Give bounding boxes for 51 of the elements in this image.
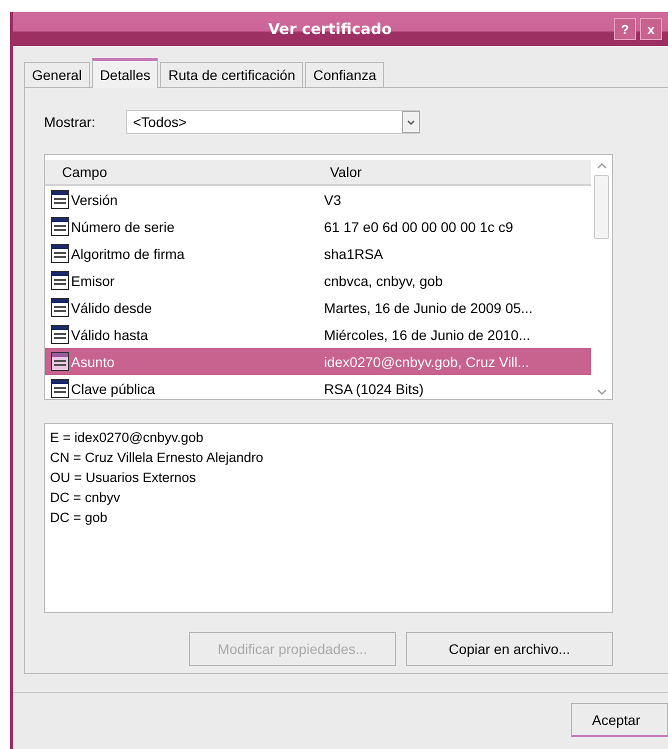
list-row[interactable]: Válido desde Martes, 16 de Junio de 2009 05... <box>45 294 591 321</box>
field-value: idex0270@cnbyv.gob, Cruz Vill... <box>324 354 530 370</box>
detail-line: DC = gob <box>50 509 108 527</box>
field-value: Martes, 16 de Junio de 2009 05... <box>324 300 533 316</box>
window-icon <box>51 190 69 209</box>
column-header[interactable]: Campo <box>45 164 330 180</box>
show-dropdown[interactable]: <Todos> <box>126 110 420 134</box>
window-icon <box>51 298 69 317</box>
show-label: Mostrar: <box>44 114 96 130</box>
tab[interactable]: Detalles <box>92 58 158 88</box>
list-row[interactable]: Emisor cnbvca, cnbyv, gob <box>45 267 591 294</box>
field-name: Clave pública <box>71 380 156 396</box>
field-name: Asunto <box>71 354 116 370</box>
detail-line: OU = Usuarios Externos <box>50 469 197 487</box>
window-icon <box>51 217 69 236</box>
field-value: RSA (1024 Bits) <box>324 380 424 396</box>
tab[interactable]: Confianza <box>305 62 384 87</box>
field-value: Miércoles, 16 de Junio de 2010... <box>324 326 530 342</box>
field-name: Emisor <box>71 272 116 288</box>
window-icon <box>51 325 69 344</box>
list-row[interactable]: Clave pública RSA (1024 Bits) <box>45 375 591 402</box>
detail-line: DC = cnbyv <box>50 489 122 507</box>
window-icon <box>51 244 69 263</box>
field-name: Válido desde <box>71 300 153 316</box>
window-icon <box>51 352 69 371</box>
list-row[interactable]: Válido hasta Miércoles, 16 de Junio de 2010... <box>45 321 591 348</box>
list-row[interactable]: Versión V3 <box>45 186 591 213</box>
list-row[interactable]: Asunto idex0270@cnbyv.gob, Cruz Vill... <box>45 348 591 375</box>
field-value: cnbvca, cnbyv, gob <box>324 272 443 288</box>
action-button[interactable]: Copiar en archivo... <box>406 632 613 666</box>
field-name: Versión <box>71 192 119 208</box>
tab[interactable]: General <box>24 62 90 87</box>
list-row[interactable]: Algoritmo de firma sha1RSA <box>45 240 591 267</box>
scroll-thumb[interactable] <box>594 175 609 239</box>
tab[interactable]: Ruta de certificación <box>160 62 304 87</box>
close-button[interactable]: x <box>640 18 662 40</box>
window-title: Ver certificado <box>267 20 393 38</box>
field-name: Algoritmo de firma <box>71 246 186 262</box>
field-name: Válido hasta <box>71 326 150 342</box>
list-row[interactable]: Número de serie 61 17 e0 6d 00 00 00 00 1c c9 <box>45 213 591 240</box>
detail-text-box[interactable]: E = idex0270@cnbyv.gob CN = Cruz Villela Ernesto Alejandro OU = Usuarios Externos DC = cnbyv DC = gob <box>44 423 613 613</box>
field-value: 61 17 e0 6d 00 00 00 00 1c c9 <box>324 218 514 234</box>
accept-button[interactable]: Aceptar <box>571 703 668 737</box>
window-icon <box>51 271 69 290</box>
field-name: Número de serie <box>71 218 176 234</box>
column-header[interactable]: Valor <box>330 164 362 180</box>
detail-line: E = idex0270@cnbyv.gob <box>50 429 204 447</box>
field-value: V3 <box>324 192 342 208</box>
detail-line: CN = Cruz Villela Ernesto Alejandro <box>50 449 264 467</box>
help-button[interactable]: ? <box>614 18 636 40</box>
field-value: sha1RSA <box>324 246 384 262</box>
